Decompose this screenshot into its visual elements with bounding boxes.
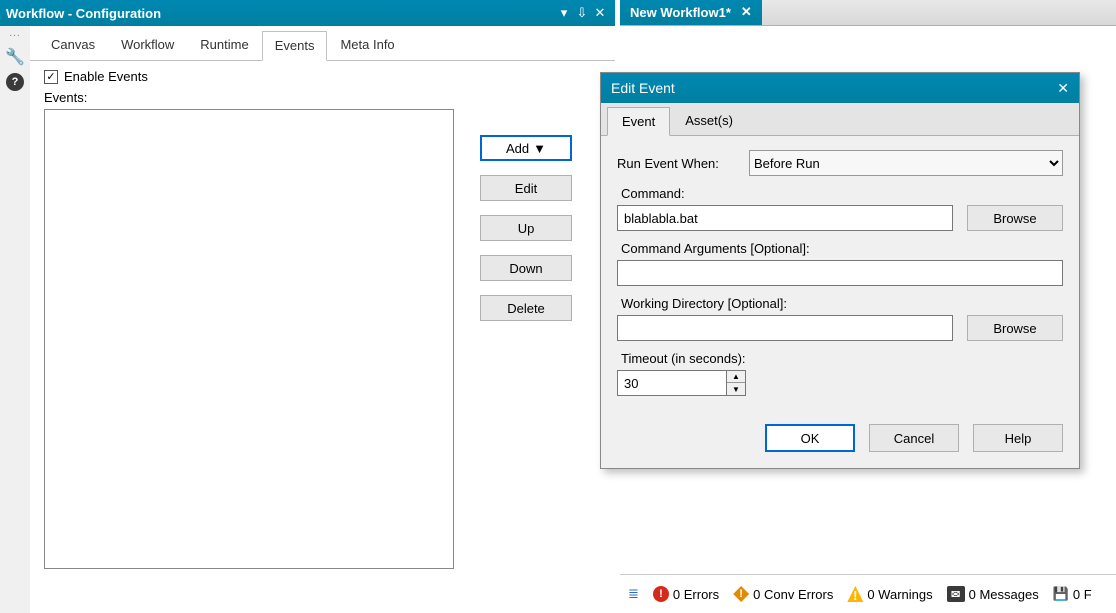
- wd-label: Working Directory [Optional]:: [621, 296, 1063, 311]
- tab-metainfo[interactable]: Meta Info: [327, 30, 407, 60]
- status-messages[interactable]: ✉ 0 Messages: [947, 586, 1039, 602]
- wd-input[interactable]: [617, 315, 953, 341]
- delete-button[interactable]: Delete: [480, 295, 572, 321]
- status-conv-errors[interactable]: ! 0 Conv Errors: [733, 586, 833, 602]
- workflow-config-panel: Workflow - Configuration ▾ ⇩ ✕ ∙∙∙ 🔧 ? C…: [0, 0, 615, 613]
- events-listbox[interactable]: [44, 109, 454, 569]
- args-input[interactable]: [617, 260, 1063, 286]
- tab-runtime[interactable]: Runtime: [187, 30, 261, 60]
- wd-row: Browse: [617, 315, 1063, 341]
- dialog-title: Edit Event: [611, 80, 1057, 96]
- run-when-row: Run Event When: Before Run: [617, 150, 1063, 176]
- dialog-titlebar[interactable]: Edit Event ✕: [601, 73, 1079, 103]
- status-bar: ≣ ! 0 Errors ! 0 Conv Errors ! 0 Warning…: [620, 574, 1116, 613]
- save-icon: 💾: [1053, 586, 1069, 602]
- events-button-column: Add▼ Edit Up Down Delete: [480, 135, 572, 321]
- help-button[interactable]: Help: [973, 424, 1063, 452]
- command-browse-button[interactable]: Browse: [967, 205, 1063, 231]
- args-label: Command Arguments [Optional]:: [621, 241, 1063, 256]
- panel-pin-icon[interactable]: ⇩: [573, 5, 591, 21]
- down-button[interactable]: Down: [480, 255, 572, 281]
- conv-error-icon: !: [733, 586, 749, 602]
- panel-left-toolbar: ∙∙∙ 🔧 ?: [0, 26, 30, 613]
- enable-events-row: ✓ Enable Events: [44, 69, 601, 84]
- run-when-select[interactable]: Before Run: [749, 150, 1063, 176]
- help-icon[interactable]: ?: [6, 73, 24, 91]
- dropdown-triangle-icon: ▼: [533, 141, 546, 156]
- args-row: [617, 260, 1063, 286]
- wrench-icon[interactable]: 🔧: [5, 47, 25, 67]
- panel-titlebar: Workflow - Configuration ▾ ⇩ ✕: [0, 0, 615, 26]
- warning-icon: !: [847, 586, 863, 602]
- dialog-footer: OK Cancel Help: [601, 410, 1079, 468]
- document-tab[interactable]: New Workflow1* ✕: [620, 0, 762, 25]
- command-row: Browse: [617, 205, 1063, 231]
- panel-dropdown-icon[interactable]: ▾: [555, 5, 573, 21]
- dialog-tabbar: Event Asset(s): [601, 103, 1079, 136]
- ok-button[interactable]: OK: [765, 424, 855, 452]
- timeout-row: ▲ ▼: [617, 370, 1063, 396]
- timeout-label: Timeout (in seconds):: [621, 351, 1063, 366]
- spinner-down-icon[interactable]: ▼: [727, 383, 745, 395]
- status-errors[interactable]: ! 0 Errors: [653, 586, 719, 602]
- wd-browse-button[interactable]: Browse: [967, 315, 1063, 341]
- panel-close-icon[interactable]: ✕: [591, 5, 609, 21]
- command-input[interactable]: [617, 205, 953, 231]
- document-tabbar: New Workflow1* ✕: [620, 0, 1116, 26]
- dialog-tab-assets[interactable]: Asset(s): [670, 106, 748, 135]
- events-list-label: Events:: [44, 90, 601, 105]
- run-when-label: Run Event When:: [617, 156, 739, 171]
- enable-events-label: Enable Events: [64, 69, 148, 84]
- dialog-tab-event[interactable]: Event: [607, 107, 670, 136]
- grip-icon[interactable]: ∙∙∙: [9, 30, 20, 41]
- status-lines-icon[interactable]: ≣: [628, 586, 639, 602]
- error-icon: !: [653, 586, 669, 602]
- message-icon: ✉: [947, 586, 965, 602]
- document-tab-close-icon[interactable]: ✕: [741, 4, 752, 20]
- up-button[interactable]: Up: [480, 215, 572, 241]
- enable-events-checkbox[interactable]: ✓: [44, 70, 58, 84]
- tab-events[interactable]: Events: [262, 31, 328, 61]
- panel-title: Workflow - Configuration: [6, 6, 555, 21]
- document-tab-label: New Workflow1*: [630, 5, 731, 20]
- edit-event-dialog: Edit Event ✕ Event Asset(s) Run Event Wh…: [600, 72, 1080, 469]
- config-tabbar: Canvas Workflow Runtime Events Meta Info: [30, 26, 615, 61]
- cancel-button[interactable]: Cancel: [869, 424, 959, 452]
- dialog-close-icon[interactable]: ✕: [1057, 80, 1069, 97]
- dialog-body: Run Event When: Before Run Command: Brow…: [601, 136, 1079, 410]
- timeout-spinner: ▲ ▼: [727, 370, 746, 396]
- status-files[interactable]: 💾 0 F: [1053, 586, 1092, 602]
- spinner-up-icon[interactable]: ▲: [727, 371, 745, 383]
- command-label: Command:: [621, 186, 1063, 201]
- tab-canvas[interactable]: Canvas: [38, 30, 108, 60]
- timeout-input[interactable]: [617, 370, 727, 396]
- edit-button[interactable]: Edit: [480, 175, 572, 201]
- add-button[interactable]: Add▼: [480, 135, 572, 161]
- status-warnings[interactable]: ! 0 Warnings: [847, 586, 932, 602]
- tab-workflow[interactable]: Workflow: [108, 30, 187, 60]
